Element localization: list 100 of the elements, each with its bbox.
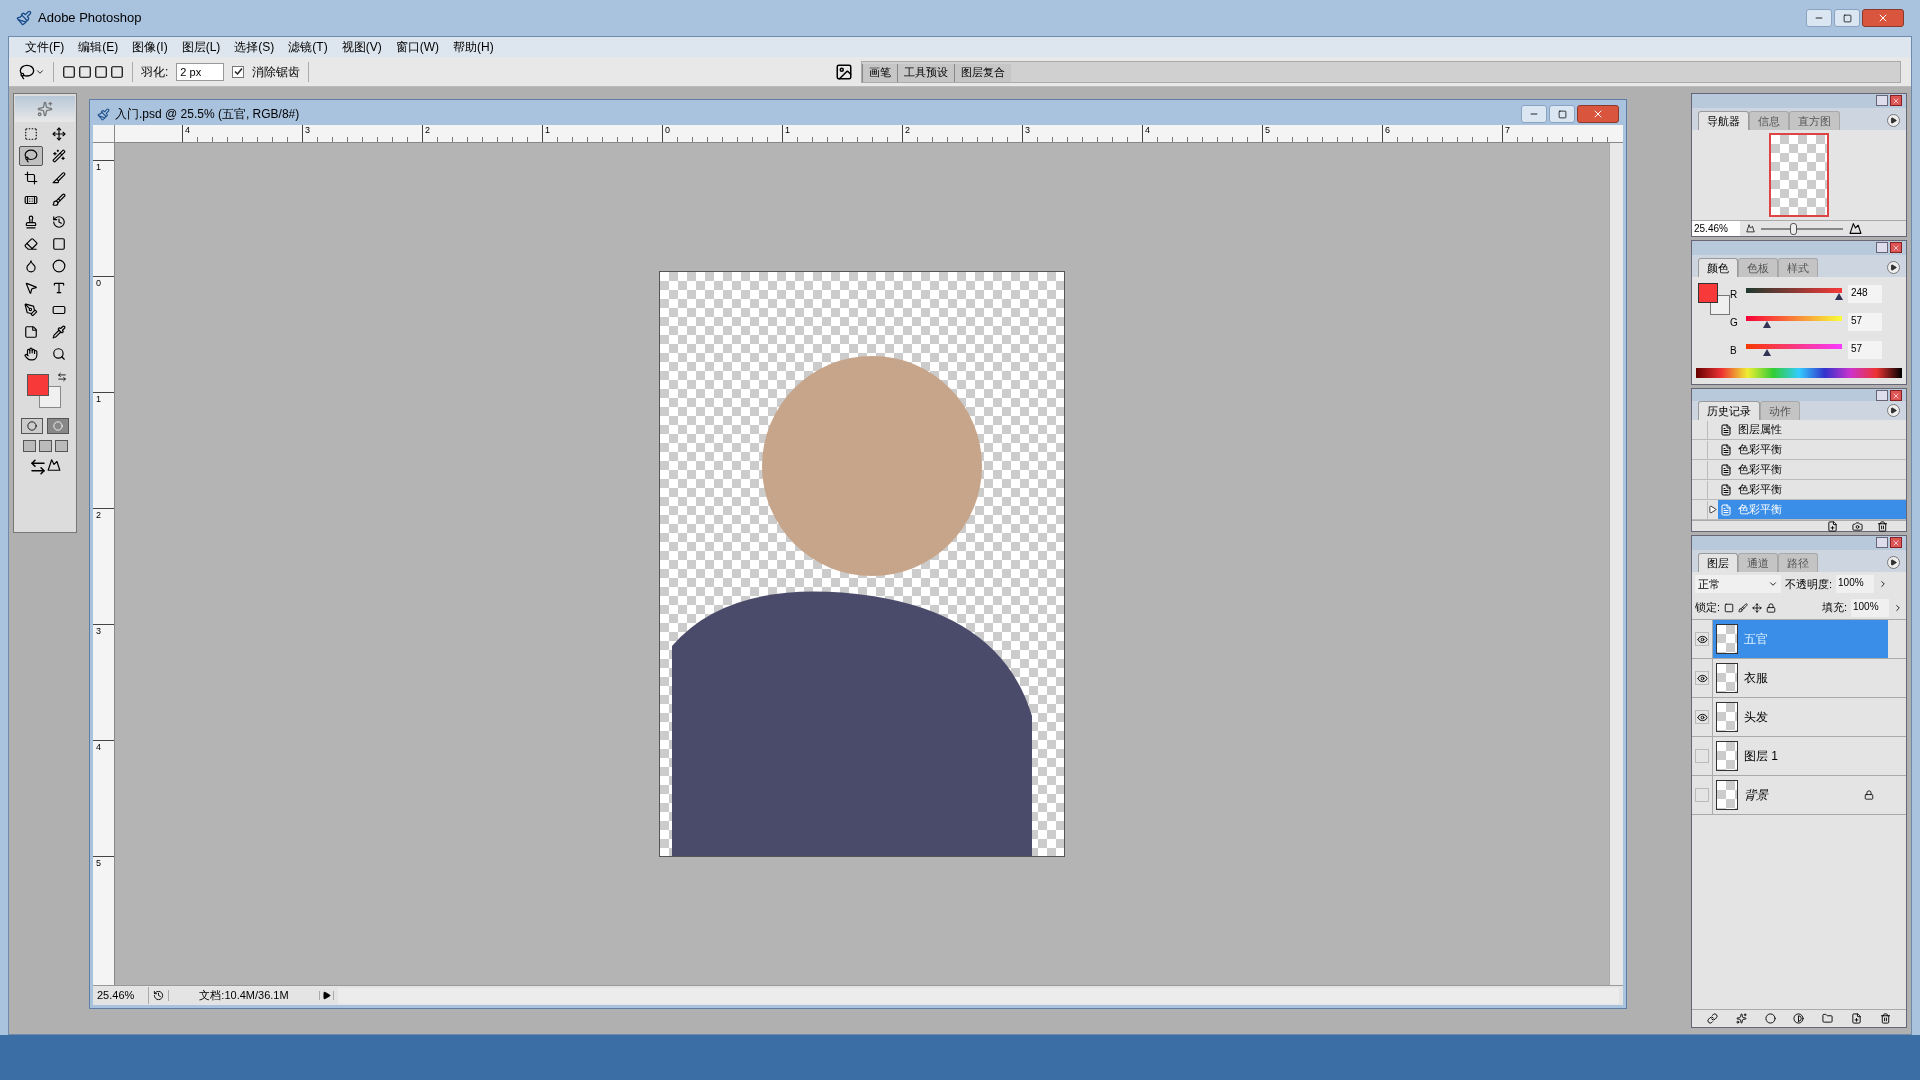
screen-mode-icon[interactable] (22, 440, 36, 452)
snapshot-icon[interactable] (1852, 521, 1863, 532)
zoom-out-icon[interactable] (1746, 224, 1755, 233)
collapse-icon[interactable] (1876, 242, 1888, 253)
close-icon[interactable] (1890, 242, 1902, 253)
new-document-icon[interactable] (1827, 521, 1838, 532)
jump-to-icon[interactable] (29, 458, 61, 476)
menu-item[interactable]: 图层(L) (175, 38, 227, 56)
panel-tab[interactable]: 图层 (1698, 553, 1738, 572)
palette-well-icon[interactable] (835, 62, 853, 81)
minimize-button[interactable] (1521, 105, 1547, 123)
layer-row[interactable]: 图层 1 (1712, 737, 1888, 775)
screen-mode-icon[interactable] (54, 440, 68, 452)
zoom-slider-thumb[interactable] (1790, 222, 1798, 235)
close-icon[interactable] (1890, 390, 1902, 401)
channel-slider-thumb[interactable] (1763, 321, 1772, 328)
panel-tab[interactable]: 路径 (1778, 553, 1818, 572)
close-icon[interactable] (1890, 537, 1902, 548)
zoom-in-icon[interactable] (1849, 222, 1862, 235)
layer-row[interactable]: 衣服 (1712, 659, 1888, 697)
layer-row[interactable]: 头发 (1712, 698, 1888, 736)
lock-pixels-icon[interactable] (1738, 602, 1749, 613)
panel-tab[interactable]: 直方图 (1789, 111, 1840, 130)
palette-well-tab[interactable]: 图层复合 (954, 63, 1011, 82)
selection-mode-icon[interactable] (62, 64, 124, 79)
collapse-icon[interactable] (1876, 390, 1888, 401)
status-menu-icon[interactable] (319, 991, 334, 1000)
zoom-field[interactable]: 25.46% (93, 987, 149, 1004)
palette-well-tab[interactable]: 画笔 (862, 63, 897, 82)
lasso-preset-icon[interactable] (19, 63, 45, 80)
visibility-toggle[interactable] (1695, 749, 1709, 763)
visibility-toggle[interactable] (1695, 710, 1709, 724)
color-swatches[interactable] (1698, 283, 1730, 315)
history-state[interactable]: 色彩平衡 (1718, 440, 1906, 459)
maximize-button[interactable] (1834, 9, 1860, 27)
link-icon[interactable] (1706, 1013, 1718, 1024)
color-spectrum-bar[interactable] (1696, 368, 1902, 378)
menu-item[interactable]: 文件(F) (19, 38, 71, 56)
swap-colors-icon[interactable] (57, 372, 67, 382)
lasso-icon[interactable] (19, 146, 43, 166)
panel-menu-icon[interactable] (1887, 556, 1900, 569)
color-swatches[interactable] (27, 374, 61, 408)
menu-item[interactable]: 滤镜(T) (282, 38, 334, 56)
maximize-button[interactable] (1549, 105, 1575, 123)
menu-item[interactable]: 帮助(H) (447, 38, 500, 56)
lock-all-icon[interactable] (1766, 602, 1777, 613)
panel-tab[interactable]: 通道 (1738, 553, 1778, 572)
collapse-icon[interactable] (1876, 95, 1888, 106)
close-icon[interactable] (1890, 95, 1902, 106)
menu-item[interactable]: 视图(V) (335, 38, 388, 56)
channel-slider-thumb[interactable] (1763, 349, 1772, 356)
menu-item[interactable]: 图像(I) (126, 38, 174, 56)
close-button[interactable] (1577, 105, 1619, 123)
channel-value-field[interactable]: 57 (1848, 341, 1882, 359)
history-state[interactable]: 图层属性 (1718, 420, 1906, 439)
feather-input[interactable]: 2 px (176, 62, 225, 81)
channel-value-field[interactable]: 57 (1848, 313, 1882, 331)
navigator-zoom-field[interactable]: 25.46% (1692, 221, 1740, 236)
panel-tab[interactable]: 样式 (1778, 258, 1818, 277)
visibility-toggle[interactable] (1695, 671, 1709, 685)
collapse-icon[interactable] (1876, 537, 1888, 548)
close-button[interactable] (1862, 9, 1904, 27)
panel-tab[interactable]: 颜色 (1698, 258, 1738, 277)
vertical-scrollbar[interactable] (1609, 143, 1623, 985)
trash-icon[interactable] (1877, 521, 1888, 532)
folder-icon[interactable] (1822, 1013, 1834, 1024)
mask-icon[interactable] (1764, 1013, 1776, 1024)
panel-tab[interactable]: 历史记录 (1698, 401, 1760, 420)
history-state[interactable]: 色彩平衡 (1718, 480, 1906, 499)
quick-mask-icon[interactable] (47, 418, 69, 434)
blend-mode-dropdown[interactable]: 正常 (1695, 575, 1781, 593)
panel-tab[interactable]: 导航器 (1698, 111, 1749, 130)
menu-item[interactable]: 编辑(E) (72, 38, 125, 56)
panel-menu-icon[interactable] (1887, 261, 1900, 274)
screen-mode-icon[interactable] (38, 440, 52, 452)
trash-icon[interactable] (1880, 1013, 1891, 1024)
lock-position-icon[interactable] (1752, 602, 1763, 613)
adjustment-icon[interactable] (1793, 1013, 1805, 1024)
new-layer-icon[interactable] (1851, 1013, 1863, 1024)
layer-style-icon[interactable] (1735, 1013, 1747, 1024)
panel-tab[interactable]: 动作 (1760, 401, 1800, 420)
visibility-toggle[interactable] (1695, 788, 1709, 802)
fill-field[interactable]: 100% (1851, 598, 1889, 617)
panel-menu-icon[interactable] (1887, 114, 1900, 127)
menu-item[interactable]: 窗口(W) (389, 38, 445, 56)
panel-menu-icon[interactable] (1887, 404, 1900, 417)
layer-row[interactable]: 背景 (1712, 776, 1888, 814)
lock-transparency-icon[interactable] (1724, 602, 1735, 613)
palette-well-tab[interactable]: 工具预设 (897, 63, 954, 82)
panel-tab[interactable]: 信息 (1749, 111, 1789, 130)
standard-mode-icon[interactable] (21, 418, 43, 434)
opacity-field[interactable]: 100% (1836, 575, 1875, 593)
panel-tab[interactable]: 色板 (1738, 258, 1778, 277)
channel-value-field[interactable]: 248 (1848, 285, 1882, 303)
menu-item[interactable]: 选择(S) (228, 38, 281, 56)
minimize-button[interactable] (1806, 9, 1832, 27)
visibility-toggle[interactable] (1695, 632, 1709, 646)
history-state[interactable]: 色彩平衡 (1718, 460, 1906, 479)
horizontal-scrollbar[interactable] (338, 987, 1619, 1004)
antialias-checkbox[interactable] (232, 65, 245, 78)
